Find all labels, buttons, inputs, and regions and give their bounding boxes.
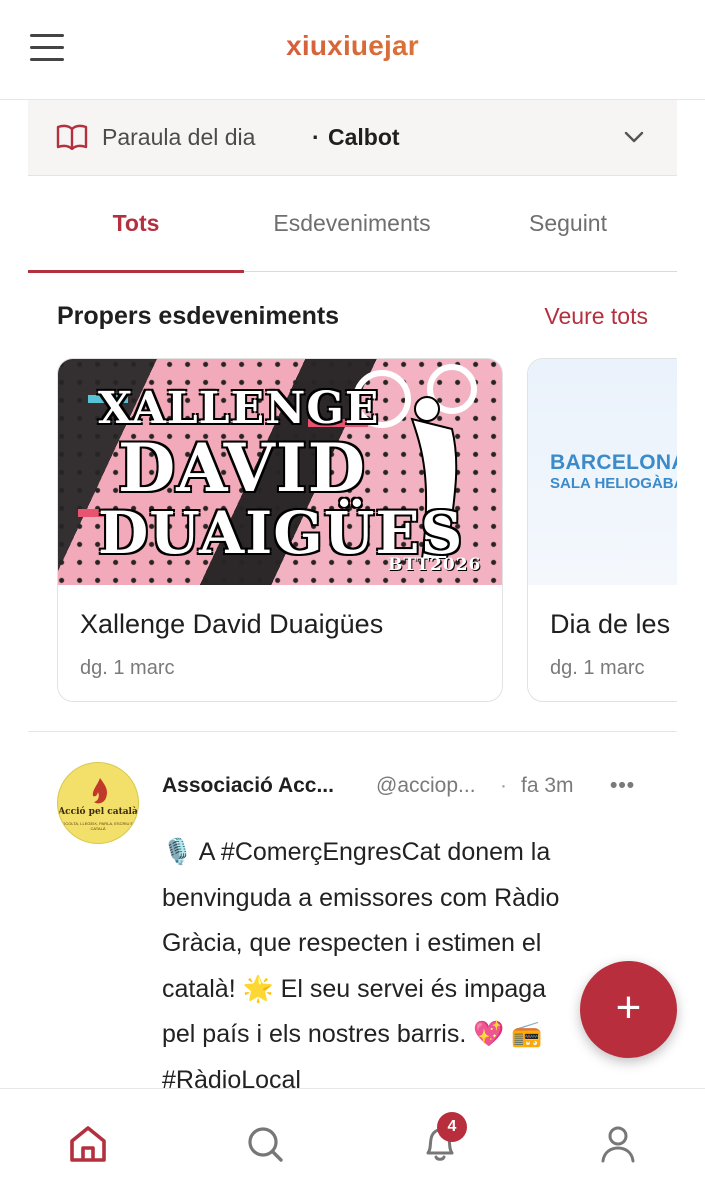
post-body: 🎙️ A #ComerçEngresCat donem la benvingud… xyxy=(162,830,662,1103)
poster-line-2: DAVID xyxy=(118,429,366,507)
post-text-line: benvinguda a emissores com Ràdio xyxy=(162,883,560,912)
tab-esdeveniments[interactable]: Esdeveniments xyxy=(244,176,460,272)
flame-logo-icon xyxy=(92,778,108,804)
event-date: dg. 1 marc xyxy=(80,657,175,679)
event-title: Xallenge David Duaigües xyxy=(80,609,384,639)
post-author[interactable]: Associació Acc... xyxy=(162,774,334,798)
bottom-navigation xyxy=(0,1088,705,1199)
word-of-the-day-banner[interactable]: Paraula del dia · Calbot xyxy=(28,100,677,176)
poster-venue: SALA HELIOGÀBAL xyxy=(550,475,677,492)
see-all-link[interactable]: Veure tots xyxy=(544,303,648,330)
event-date: dg. 1 marc xyxy=(550,657,645,679)
word-of-the-day-word: Calbot xyxy=(328,124,400,150)
notification-count-badge: 4 xyxy=(437,1112,467,1142)
more-options-icon[interactable]: ••• xyxy=(610,774,635,798)
app-logo[interactable]: xiuxiuejar xyxy=(0,30,705,62)
compose-button[interactable]: + xyxy=(580,961,677,1058)
event-card[interactable]: XALLENGE DAVID DUAIGÜES BTT2026 Xallenge… xyxy=(57,358,503,702)
profile-icon[interactable] xyxy=(598,1124,638,1164)
avatar-name: Acció pel català xyxy=(58,807,138,817)
events-carousel[interactable]: XALLENGE DAVID DUAIGÜES BTT2026 Xallenge… xyxy=(57,358,677,704)
feed-tabs: Tots Esdeveniments Seguint xyxy=(28,176,677,273)
poster-line-4: BTT2026 xyxy=(388,555,482,575)
poster-line-1: XALLENGE xyxy=(98,383,380,434)
event-poster-image: XALLENGE DAVID DUAIGÜES BTT2026 xyxy=(58,359,502,585)
home-icon[interactable] xyxy=(68,1124,108,1164)
poster-city: BARCELONA xyxy=(550,451,677,474)
event-title: Dia de les xyxy=(550,609,671,639)
book-icon xyxy=(56,124,88,150)
post-text-line: 🎙️ A #ComerçEngresCat donem la xyxy=(162,838,551,866)
avatar[interactable]: Acció pel català ESCOLTA, LLEGEIX, PARLA… xyxy=(57,762,139,844)
tab-tots[interactable]: Tots xyxy=(28,176,244,273)
post-timestamp: fa 3m xyxy=(521,774,574,797)
post-text-line: Gràcia, que respecten i estimen el xyxy=(162,929,542,957)
top-bar: xiuxiuejar xyxy=(0,0,705,100)
separator-dot: · xyxy=(312,124,320,150)
word-of-the-day-label: Paraula del dia xyxy=(102,124,256,150)
event-poster-image: BARCELONA SALA HELIOGÀBAL xyxy=(528,359,677,585)
section-title: Propers esdeveniments xyxy=(57,302,340,330)
chevron-down-icon[interactable] xyxy=(623,126,645,148)
tab-seguint[interactable]: Seguint xyxy=(460,176,676,272)
separator-dot: · xyxy=(500,774,507,797)
search-icon[interactable] xyxy=(245,1124,285,1164)
divider xyxy=(28,731,677,732)
avatar-slogan: ESCOLTA, LLEGEIX, PARLA, ESCRIU EN CATAL… xyxy=(59,821,137,831)
event-card[interactable]: BARCELONA SALA HELIOGÀBAL Dia de les dg.… xyxy=(527,358,677,702)
post-header: Associació Acc... @acciop... · fa 3m ••• xyxy=(162,774,642,804)
post-handle[interactable]: @acciop... xyxy=(376,774,476,798)
